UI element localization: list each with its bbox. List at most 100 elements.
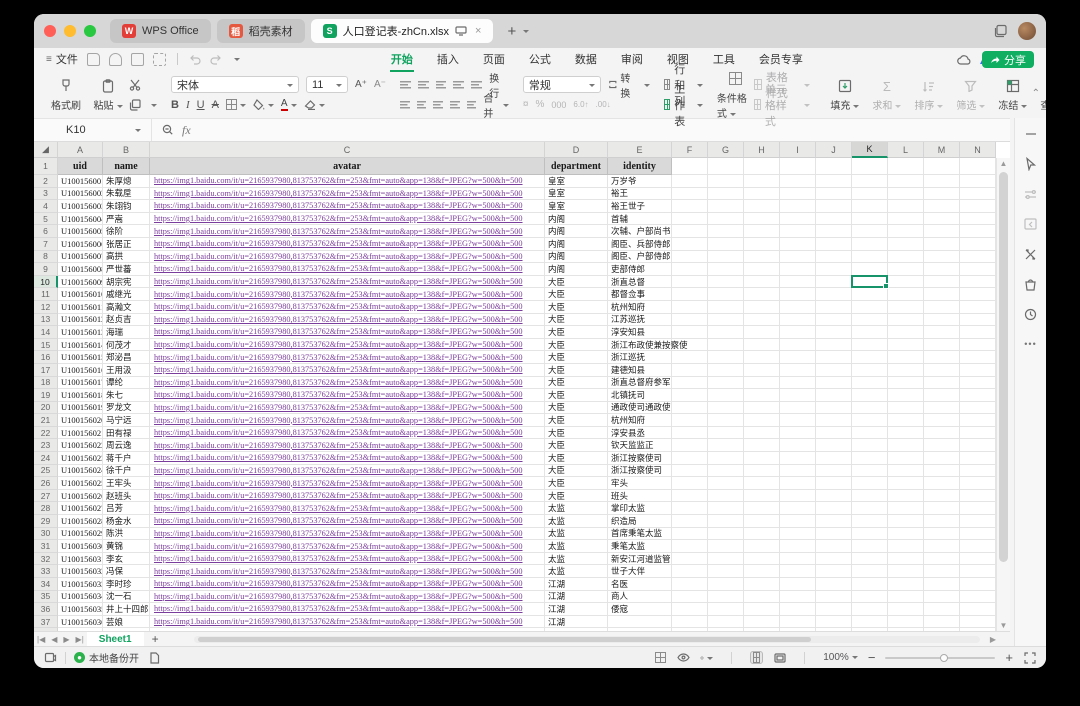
decrease-decimal-button[interactable]: .00↓ [596,100,611,109]
cell[interactable] [744,426,780,440]
cell-identity[interactable] [608,615,672,629]
row-header-24[interactable]: 24 [34,452,58,465]
currency-button[interactable]: ¤ [523,99,529,110]
cell-identity[interactable]: 班头 [608,489,672,503]
cell-identity[interactable]: 北镇抚司 [608,389,672,402]
cell[interactable] [924,502,960,516]
fill-button[interactable]: 填充 [824,77,866,112]
cell-identity[interactable]: 淳安县丞 [608,426,672,440]
cell[interactable] [960,527,996,541]
cell[interactable] [960,502,996,516]
cell-uid[interactable]: U100156028 [58,515,103,528]
cell[interactable] [852,590,888,604]
column-header-L[interactable]: L [888,142,924,158]
cell[interactable] [708,464,744,478]
cell[interactable] [924,212,960,226]
new-tab-button[interactable]: + [507,23,516,40]
cell[interactable] [744,515,780,528]
cell[interactable] [924,200,960,213]
cell[interactable] [888,603,924,616]
first-sheet-icon[interactable]: |◀ [37,635,45,644]
column-header-B[interactable]: B [103,142,150,158]
cell-uid[interactable]: U100156013 [58,326,103,339]
cell-identity[interactable]: 杭州知府 [608,414,672,427]
cell[interactable] [672,540,708,553]
cell[interactable] [888,200,924,213]
cell-avatar-link[interactable]: https://img1.baidu.com/it/u=2165937980,8… [150,439,545,453]
macro-icon[interactable] [44,651,57,664]
cell-avatar-link[interactable]: https://img1.baidu.com/it/u=2165937980,8… [150,552,545,566]
cell[interactable] [672,313,708,327]
cell[interactable] [960,237,996,251]
cell[interactable] [816,237,852,251]
cell[interactable] [708,452,744,465]
cell[interactable] [960,250,996,264]
cell[interactable] [744,351,780,364]
cell[interactable] [780,603,816,616]
cell[interactable] [888,351,924,364]
cell[interactable] [888,326,924,339]
cell[interactable] [852,464,888,478]
cell-avatar-link[interactable]: https://img1.baidu.com/it/u=2165937980,8… [150,326,545,339]
collapse-ribbon-icon[interactable]: ⌃ [1032,88,1040,99]
cell[interactable] [708,552,744,566]
cell[interactable] [780,540,816,553]
copy-icon[interactable] [129,98,141,111]
cell[interactable] [852,578,888,591]
cell[interactable] [924,414,960,427]
select-all-corner[interactable]: ◢ [34,142,58,158]
cell-uid[interactable]: U100156020 [58,414,103,427]
window-stack-icon[interactable] [994,24,1008,38]
cell[interactable] [708,502,744,516]
format-painter-button[interactable]: 格式刷 [45,77,87,112]
cell[interactable] [816,250,852,264]
cell[interactable] [780,515,816,528]
cell[interactable] [852,515,888,528]
cell[interactable] [708,212,744,226]
eye-icon[interactable] [677,651,690,664]
cell[interactable] [816,288,852,301]
cell[interactable] [816,515,852,528]
cell[interactable] [708,313,744,327]
cell[interactable] [960,351,996,364]
cell[interactable] [852,300,888,314]
cell[interactable] [744,300,780,314]
cell-name[interactable]: 郑泌昌 [103,351,150,364]
cell-name[interactable]: 李玄 [103,552,150,566]
cell-avatar-link[interactable]: https://img1.baidu.com/it/u=2165937980,8… [150,401,545,415]
cell-avatar-link[interactable]: https://img1.baidu.com/it/u=2165937980,8… [150,200,545,213]
align-distribute-icon[interactable] [466,100,477,109]
cell[interactable] [960,263,996,276]
cell[interactable] [816,225,852,238]
cell-name[interactable]: 井上十四郎 [103,603,150,616]
cell-avatar-link[interactable]: https://img1.baidu.com/it/u=2165937980,8… [150,389,545,402]
cell-name[interactable]: 沈一石 [103,590,150,604]
cell[interactable] [888,175,924,188]
font-name-select[interactable]: 宋体 [171,76,299,93]
cell-uid[interactable]: U100156005 [58,225,103,238]
cell[interactable] [780,552,816,566]
cell-avatar-link[interactable]: https://img1.baidu.com/it/u=2165937980,8… [150,426,545,440]
cell[interactable] [780,565,816,578]
cell[interactable] [888,187,924,201]
cell-avatar-link[interactable]: https://img1.baidu.com/it/u=2165937980,8… [150,376,545,390]
cell[interactable] [888,590,924,604]
cell[interactable] [888,313,924,327]
column-header-I[interactable]: I [780,142,816,158]
row-header-13[interactable]: 13 [34,313,58,327]
indent-increase-icon[interactable] [471,80,483,89]
cell-identity[interactable]: 首辅 [608,212,672,226]
backup-status-label[interactable]: 本地备份开 [89,650,139,665]
cell[interactable] [672,452,708,465]
cell-department[interactable]: 内阁 [545,212,608,226]
cell[interactable] [744,158,780,175]
cell[interactable] [708,338,744,352]
cell[interactable] [672,439,708,453]
cell[interactable] [924,250,960,264]
cell[interactable] [924,351,960,364]
row-header-25[interactable]: 25 [34,464,58,478]
cell-department[interactable]: 江湖 [545,578,608,591]
cell[interactable] [780,590,816,604]
cell[interactable] [888,464,924,478]
cell[interactable] [960,452,996,465]
